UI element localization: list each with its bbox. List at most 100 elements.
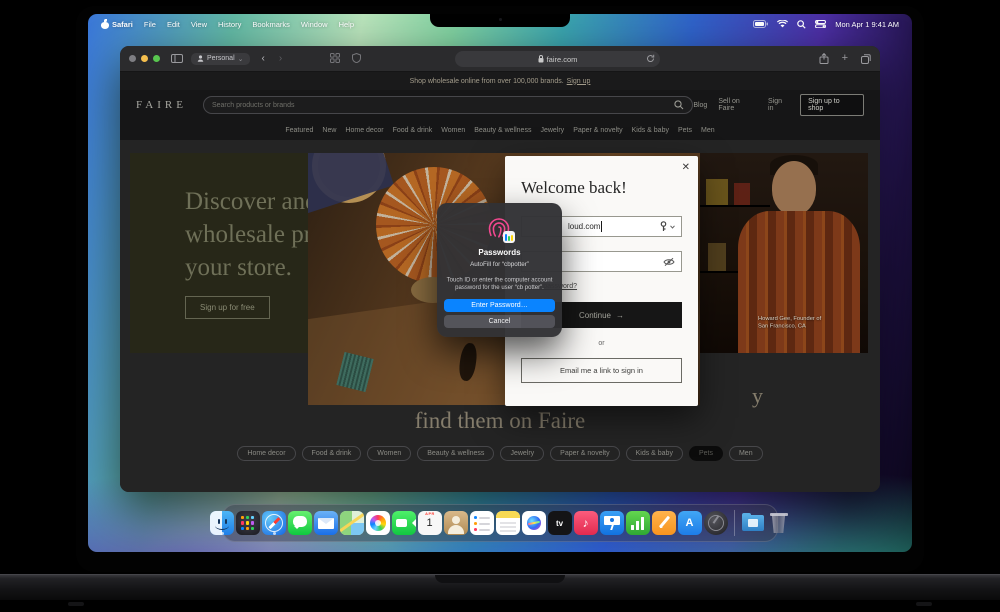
nav-women[interactable]: Women [441,127,465,134]
photo-person-shirt [738,211,860,353]
dock-launchpad-icon[interactable] [235,511,260,535]
menubar-item-help[interactable]: Help [339,20,354,29]
dock-pages-icon[interactable] [651,511,676,535]
sidebar-toggle-icon[interactable] [171,54,183,63]
nav-jewelry[interactable]: Jewelry [540,127,564,134]
menubar-item-file[interactable]: File [144,20,156,29]
nav-men[interactable]: Men [701,127,715,134]
back-button[interactable]: ‹ [262,53,265,64]
menubar-clock[interactable]: Mon Apr 1 9:41 AM [835,20,899,29]
promo-signup-link[interactable]: Sign up [567,78,591,85]
wifi-icon[interactable] [777,20,789,28]
signup-free-button[interactable]: Sign up for free [185,296,270,319]
nav-paper[interactable]: Paper & novelty [573,127,622,134]
passwords-key-icon[interactable] [659,221,668,232]
traffic-minimize-button[interactable] [141,55,148,62]
nav-new[interactable]: New [322,127,336,134]
search-icon[interactable] [674,100,684,110]
dock-keynote-icon[interactable] [599,511,624,535]
nav-pets[interactable]: Pets [678,127,692,134]
dock-calendar-icon[interactable]: APR 1 [417,511,442,535]
pill-pets-selected[interactable]: Pets [688,446,723,461]
header-link-sell[interactable]: Sell on Faire [718,98,757,112]
nav-home-decor[interactable]: Home decor [345,127,383,134]
tab-group-label: Personal [207,55,235,62]
dock-finder-icon[interactable] [209,511,234,535]
dock-facetime-icon[interactable] [391,511,416,535]
header-link-signin[interactable]: Sign in [768,98,789,112]
signup-to-shop-button[interactable]: Sign up to shop [800,94,864,116]
menubar-item-bookmarks[interactable]: Bookmarks [252,20,290,29]
faire-logo[interactable]: FAIRE [136,99,187,111]
pill-beauty[interactable]: Beauty & wellness [417,446,495,461]
reload-icon[interactable] [646,54,655,63]
laptop-foot [68,602,84,606]
touchid-dialog: Passwords AutoFill for “cbpotter” Touch … [437,203,562,337]
apple-menu-icon[interactable] [101,18,109,29]
menubar-app-name[interactable]: Safari [112,20,133,29]
start-page-grid-icon[interactable] [330,53,340,63]
nav-kids[interactable]: Kids & baby [632,127,669,134]
pill-food-drink[interactable]: Food & drink [301,446,362,461]
heading-fragment: y [752,383,763,408]
dock-tv-icon[interactable]: tv [547,511,572,535]
dock-maps-icon[interactable] [339,511,364,535]
menubar-item-history[interactable]: History [218,20,241,29]
cancel-button[interactable]: Cancel [444,315,555,328]
dock-appstore-icon[interactable]: A [677,511,702,535]
close-icon[interactable]: ✕ [682,162,690,173]
privacy-shield-icon[interactable] [352,53,361,63]
dock-contacts-icon[interactable] [443,511,468,535]
dock-photos-icon[interactable] [365,511,390,535]
pill-jewelry[interactable]: Jewelry [500,446,545,461]
tab-group-button[interactable]: Personal ⌄ [191,52,250,65]
battery-icon[interactable] [753,20,769,28]
forward-button[interactable]: › [279,53,282,64]
dock-music-icon[interactable]: ♪ [573,511,598,535]
email-link-button[interactable]: Email me a link to sign in [521,358,682,383]
display-notch [430,14,570,27]
nav-featured[interactable]: Featured [285,127,313,134]
traffic-close-button[interactable] [129,55,136,62]
url-text: faire.com [546,54,578,64]
dock-trash-icon[interactable] [767,511,791,535]
spotlight-search-icon[interactable] [797,19,806,29]
share-icon[interactable] [819,53,829,64]
enter-password-button[interactable]: Enter Password… [444,299,555,312]
control-center-icon[interactable] [815,20,827,28]
menubar-item-edit[interactable]: Edit [167,20,180,29]
nav-beauty[interactable]: Beauty & wellness [474,127,531,134]
dock-separator [733,510,735,536]
new-tab-icon[interactable]: + [842,53,848,64]
pill-men[interactable]: Men [728,446,763,461]
photo-shelf-item [706,179,728,205]
tab-overview-icon[interactable] [861,53,871,64]
nav-food-drink[interactable]: Food & drink [393,127,433,134]
dock-downloads-folder-icon[interactable] [741,511,765,535]
dock-safari-icon[interactable] [261,511,286,535]
promo-banner: Shop wholesale online from over 100,000 … [120,72,880,90]
dock-siri-icon[interactable] [521,511,546,535]
search-input[interactable]: Search products or brands [202,96,694,114]
show-password-eye-icon[interactable] [663,257,675,267]
header-link-blog[interactable]: Blog [693,102,707,109]
dock-messages-icon[interactable] [287,511,312,535]
dock-reminders-icon[interactable] [469,511,494,535]
url-bar[interactable]: faire.com [455,51,660,67]
menubar-item-view[interactable]: View [191,20,207,29]
dock-mail-icon[interactable] [313,511,338,535]
page-content: Shop wholesale online from over 100,000 … [120,72,880,492]
pill-kids[interactable]: Kids & baby [625,446,683,461]
pill-paper[interactable]: Paper & novelty [550,446,620,461]
traffic-zoom-button[interactable] [153,55,160,62]
menubar-item-window[interactable]: Window [301,20,328,29]
dock-numbers-icon[interactable] [625,511,650,535]
dock-garageband-icon[interactable] [703,511,728,535]
macbook-screenshot: Safari File Edit View History Bookmarks … [0,0,1000,612]
hero-photo-right: Howard Gee, Founder of San Francisco, CA [700,153,868,353]
pill-women[interactable]: Women [367,446,412,461]
photo-shelf-item [708,243,726,271]
dock-notes-icon[interactable] [495,511,520,535]
pill-home-decor[interactable]: Home decor [237,446,296,461]
category-pills: Home decor Food & drink Women Beauty & w… [120,446,880,461]
